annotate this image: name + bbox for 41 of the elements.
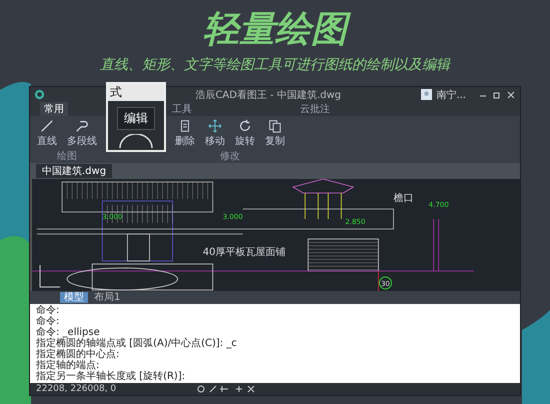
tool-button[interactable]: 旋转 — [232, 118, 258, 149]
file-tab[interactable]: 中国建筑.dwg — [36, 164, 112, 178]
command-line: 命令: _ellipse — [36, 327, 100, 338]
ribbon-tab[interactable]: 云批注 — [296, 102, 334, 116]
command-line: 命令: — [36, 316, 60, 327]
layout-tab[interactable]: 模型 — [60, 292, 88, 303]
user-name[interactable]: 南宁... — [436, 88, 466, 102]
window-title: 浩辰CAD看图王 - 中国建筑.dwg — [195, 88, 341, 102]
ucs-axis-icon — [40, 264, 61, 288]
line-icon — [40, 119, 54, 133]
tool-button[interactable]: 移动 — [202, 118, 228, 149]
ribbon-tab[interactable]: 工具 — [168, 102, 196, 116]
move-arrows-icon — [208, 119, 222, 133]
annotation-note: 40厚平板瓦屋面铺 — [202, 247, 286, 258]
tool-button[interactable]: 多段线 — [64, 118, 100, 149]
command-line: 指定椭圆的轴端点或 [圆弧(A)/中心点(C)]: _c — [36, 338, 238, 349]
layout-tab[interactable]: 布局1 — [90, 292, 124, 303]
edit-button[interactable]: 编辑 — [117, 107, 155, 130]
ribbon-tab[interactable]: 常用 — [40, 102, 68, 116]
banner-subtitle: 直线、矩形、文字等绘图工具可进行图纸的绘制以及编辑 — [100, 56, 450, 74]
axis-bubble-icon — [378, 276, 392, 290]
command-line: 指定椭圆的中心点: — [36, 349, 120, 360]
command-line: 指定轴的端点: — [36, 360, 100, 371]
command-line: 命令: — [36, 305, 60, 316]
group-label: 绘图 — [57, 150, 77, 163]
tool-button[interactable]: 直线 — [34, 118, 60, 149]
status-tools-icon[interactable] — [196, 384, 256, 394]
group-label: 修改 — [220, 150, 240, 163]
rotate-icon — [238, 119, 252, 133]
tool-button[interactable]: 删除 — [172, 118, 198, 149]
polyline-icon — [75, 119, 89, 133]
avatar-icon — [421, 89, 432, 100]
copy-icon — [268, 119, 282, 133]
coordinates-readout: 22208, 226008, 0 — [36, 384, 116, 394]
restore-icon[interactable] — [492, 90, 502, 100]
eave-label: 檐口 — [393, 193, 414, 204]
close-icon[interactable] — [506, 90, 516, 100]
document-icon — [178, 119, 192, 133]
callout-heading: 式 — [108, 84, 164, 101]
tool-button[interactable]: 复制 — [262, 118, 288, 149]
command-line: 指定另一条半轴长度或 [旋转(R)]: — [36, 371, 186, 382]
